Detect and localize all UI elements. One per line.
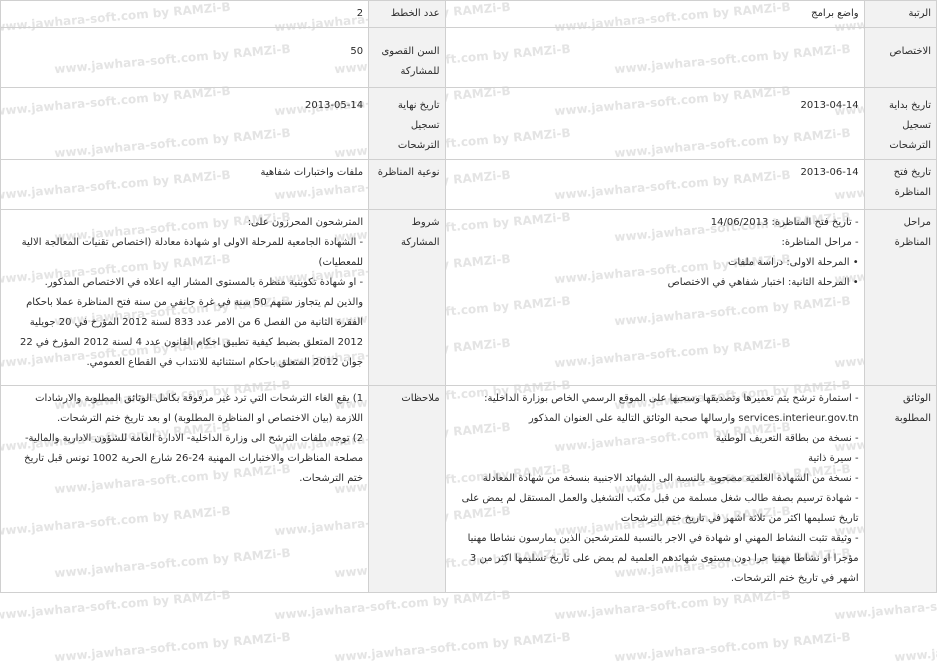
competition-details-table: الرتبة واضع برامج عدد الخطط 2 الاختصاص ا… [0,0,937,593]
notes-value: 1) يقع الغاء الترشحات التي ترد غير مرفوق… [0,385,370,593]
stage-item: - مراحل المناظرة: [781,237,859,248]
row-documents-notes: الوثائق المطلوبة - استمارة ترشح يتم تعمي… [0,385,937,593]
documents-label: الوثائق المطلوبة [863,385,937,593]
watermark-text: www.jawhara-soft.com by RAMZi-B [334,629,572,665]
registration-start-label: تاريخ بداية تسجيل الترشحات [863,87,937,160]
specialty-label: الاختصاص [863,27,937,88]
registration-end-value: 2013-05-14 [0,87,370,160]
stages-value: - تاريخ فتح المناظرة: 14/06/2013 - مراحل… [444,209,865,386]
competition-type-label: نوعية المناظرة [368,159,446,210]
document-item: - نسخة من بطاقة التعريف الوطنية [715,433,859,444]
row-stages-conditions: مراحل المناظرة - تاريخ فتح المناظرة: 14/… [0,209,937,386]
document-item: - استمارة ترشح يتم تعميرها وتصديقها وسحب… [484,393,859,424]
opening-date-label: تاريخ فتح المناظرة [863,159,937,210]
document-item: - نسخة من الشهادة العلمية مصحوبة بالنسبة… [482,473,859,484]
note-item: 1) يقع الغاء الترشحات التي ترد غير مرفوق… [35,393,364,424]
condition-line: والذين لم يتجاوز سنهم 50 سنة في غرة جانف… [19,297,364,368]
documents-value: - استمارة ترشح يتم تعميرها وتصديقها وسحب… [444,385,865,593]
stage-item: - تاريخ فتح المناظرة: 14/06/2013 [710,217,859,228]
note-item: 2) توجه ملفات الترشح الى وزارة الداخلية-… [24,433,364,484]
competition-type-value: ملفات واختبارات شفاهية [0,159,370,210]
specialty-value [444,27,865,88]
watermark-text: www.jawhara-soft.com by RAMZi-B [54,629,292,665]
opening-date-value: 2013-06-14 [444,159,865,210]
watermark-text: www.jawhara-soft.com by RAMZi-B [614,629,852,665]
max-age-value: 50 [0,27,370,88]
stage-item: • المرحلة الثانية: اختبار شفاهي في الاخت… [667,277,859,288]
plans-count-value: 2 [0,0,370,28]
plans-count-label: عدد الخطط [368,0,446,28]
rank-label: الرتبة [863,0,937,28]
conditions-label: شروط المشاركة [368,209,446,386]
condition-line: - الشهادة الجامعية للمرحلة الاولى او شها… [21,237,364,268]
row-rank: الرتبة واضع برامج عدد الخطط 2 [0,0,937,28]
max-age-label: السن القصوى للمشاركة [368,27,446,88]
watermark-text: www.jawhara-soft.com by RAMZi-B [894,630,937,665]
notes-label: ملاحظات [368,385,446,593]
row-specialty: الاختصاص السن القصوى للمشاركة 50 [0,27,937,88]
registration-start-value: 2013-04-14 [444,87,865,160]
condition-line: - او شهادة تكوينية منظرة بالمستوى المشار… [44,277,364,288]
row-opening-date: تاريخ فتح المناظرة 2013-06-14 نوعية المن… [0,159,937,210]
document-item: - شهادة ترسيم بصفة طالب شغل مسلمة من قبل… [461,493,859,524]
rank-value: واضع برامج [444,0,865,28]
document-item: - وثيقة تثبت النشاط المهني او شهادة في ا… [467,533,859,584]
row-registration-dates: تاريخ بداية تسجيل الترشحات 2013-04-14 تا… [0,87,937,160]
document-item: - سيرة ذاتية [808,453,859,464]
stages-label: مراحل المناظرة [863,209,937,386]
stage-item: • المرحلة الاولى: دراسة ملفات [727,257,859,268]
condition-line: المترشحون المحرزون على: [247,217,364,228]
conditions-value: المترشحون المحرزون على: - الشهادة الجامع… [0,209,370,386]
registration-end-label: تاريخ نهاية تسجيل الترشحات [368,87,446,160]
